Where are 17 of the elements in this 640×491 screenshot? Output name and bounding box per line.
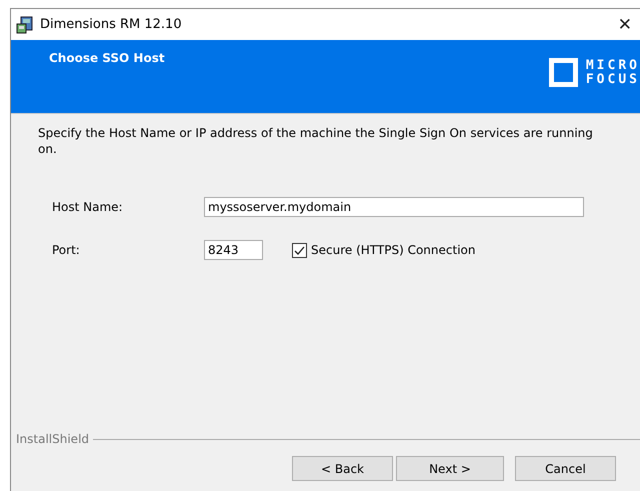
cancel-button[interactable]: Cancel [515, 456, 616, 481]
field-label: Port: [52, 243, 81, 257]
window-title: Dimensions RM 12.10 [40, 17, 183, 32]
checkbox[interactable] [292, 242, 307, 258]
installer-icon [16, 16, 34, 34]
text-field[interactable]: 8243 [204, 240, 263, 260]
back-button[interactable]: < Back [292, 456, 393, 481]
close-button[interactable]: ✕ [618, 14, 632, 34]
text-field[interactable]: myssoserver.mydomain [204, 197, 584, 217]
description-text: Specify the Host Name or IP address of the machine the Single Sign On services are running on. [38, 125, 594, 157]
next-button[interactable]: Next > [396, 456, 504, 481]
logo-square-icon [548, 58, 578, 87]
page-title: Choose SSO Host [49, 51, 165, 65]
checkbox-label: Secure (HTTPS) Connection [311, 243, 476, 257]
field-label: Host Name: [52, 200, 124, 214]
brand-label: InstallShield [16, 432, 90, 446]
logo-text: MICRO FOCUS [586, 58, 640, 86]
